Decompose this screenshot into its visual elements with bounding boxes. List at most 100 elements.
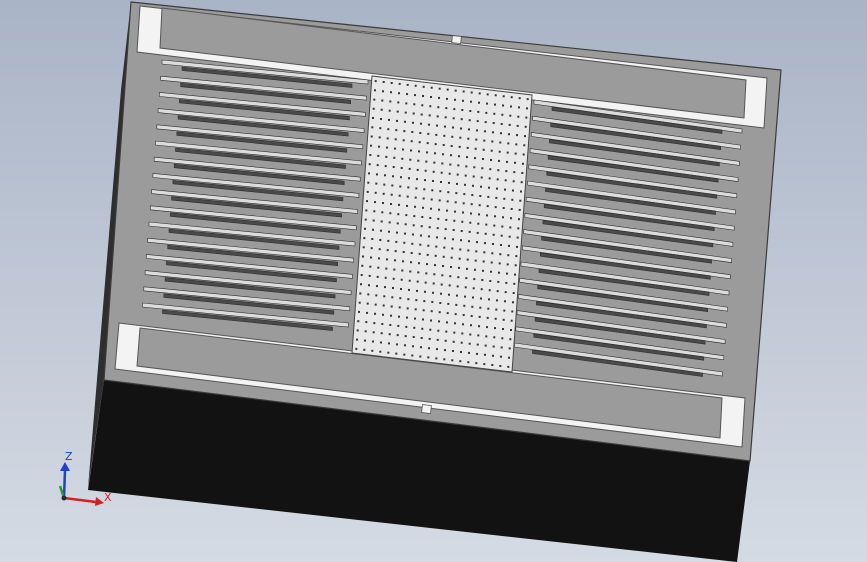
etch-hole [446,97,448,100]
etch-hole [457,164,460,167]
etch-hole [439,302,442,304]
etch-hole [443,134,446,137]
etch-hole [508,244,510,247]
mems-part[interactable] [88,1,782,562]
etch-hole [370,256,372,259]
etch-hole [464,295,466,298]
etch-hole [477,334,480,337]
etch-hole [393,268,396,271]
etch-hole [424,281,427,284]
etch-hole [448,181,450,184]
etch-hole [454,98,456,101]
etch-hole [480,176,483,179]
etch-hole [432,282,435,285]
etch-hole [377,266,380,269]
etch-hole [474,268,476,271]
etch-hole [399,185,402,188]
etch-hole [485,335,488,338]
etch-hole [482,260,485,263]
etch-hole [484,353,486,356]
etch-hole [484,130,486,133]
etch-hole [456,182,458,185]
etch-hole [371,126,374,129]
etch-hole [487,195,490,198]
etch-hole [493,224,496,227]
etch-hole [460,118,463,121]
etch-hole [472,287,475,290]
etch-hole [419,132,422,134]
etch-hole [416,289,418,292]
etch-hole [454,210,456,213]
etch-hole [470,212,472,215]
etch-hole [473,278,476,281]
etch-hole [432,170,435,173]
etch-hole [406,93,408,96]
etch-hole [378,145,380,148]
z-axis-line [62,469,67,499]
etch-hole [468,351,470,354]
etch-hole [458,266,460,269]
etch-hole [496,187,498,190]
etch-hole [488,177,491,180]
etch-hole [515,255,518,258]
etch-hole [458,145,461,148]
etch-hole [501,113,504,116]
cad-model-canvas[interactable] [0,0,867,562]
etch-hole [523,144,526,147]
etch-hole [403,241,406,244]
etch-hole [412,121,414,124]
etch-hole [517,115,520,118]
etch-hole [460,127,462,130]
etch-hole [400,288,402,290]
etch-hole [379,350,382,353]
etch-hole [382,192,385,195]
etch-hole [509,226,512,229]
etch-hole [433,161,436,164]
etch-hole [438,208,440,211]
center-perforated-plate [351,75,533,373]
etch-hole [364,227,366,230]
cad-viewport[interactable]: Z X [0,0,867,562]
etch-hole [518,106,520,109]
etch-hole [466,258,469,261]
etch-hole [476,343,479,346]
etch-hole [511,198,514,201]
etch-hole [400,167,403,169]
etch-hole [366,311,368,314]
etch-hole [359,292,362,295]
etch-hole [476,231,479,234]
etch-hole [444,237,446,240]
etch-hole [390,193,393,196]
etch-hole [374,201,376,204]
etch-hole [372,228,374,231]
etch-hole [437,329,440,332]
etch-hole [514,273,516,276]
etch-hole [524,125,527,128]
etch-hole [447,191,450,194]
etch-hole [463,193,466,196]
etch-hole [490,149,493,152]
etch-hole [494,215,496,218]
etch-hole [410,252,413,254]
etch-hole [441,162,444,165]
etch-hole [428,347,430,350]
etch-hole [374,303,377,306]
etch-hole [466,146,469,149]
etch-hole [380,229,382,232]
etch-hole [372,340,374,343]
etch-hole [423,300,426,303]
etch-hole [381,323,384,325]
etch-hole [467,137,470,140]
etch-hole [479,306,482,309]
etch-hole [394,138,397,141]
etch-hole [485,111,488,114]
etch-hole [388,109,391,112]
etch-hole [422,318,424,321]
etch-hole [468,119,471,122]
etch-hole [374,191,377,194]
etch-hole [515,143,518,146]
etch-hole [459,360,462,363]
etch-hole [474,157,476,160]
etch-hole [440,171,443,174]
etch-hole [397,324,400,327]
